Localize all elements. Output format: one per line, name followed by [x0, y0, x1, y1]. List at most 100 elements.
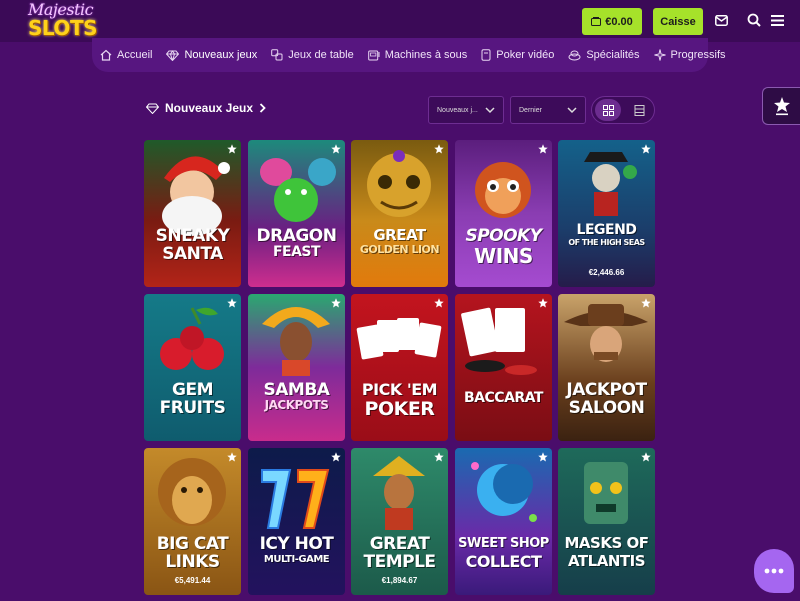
game-subtitle: WINS [474, 244, 533, 268]
favorite-star-icon[interactable] [331, 298, 341, 308]
chevron-down-icon [567, 107, 577, 114]
menu-icon[interactable] [769, 12, 785, 28]
favorite-star-icon[interactable] [641, 452, 651, 462]
search-icon[interactable] [746, 12, 762, 28]
nav-item-machines-a-sous[interactable]: Machines à sous [367, 49, 468, 61]
chat-bubble-icon [764, 568, 784, 574]
game-title: SPOOKY [465, 226, 542, 246]
game-title: LEGEND [576, 222, 637, 238]
game-tile[interactable]: GREAT TEMPLE €1,894.67 [351, 448, 448, 595]
nav-item-accueil[interactable]: Accueil [100, 49, 152, 61]
section-title-text: Nouveaux Jeux [165, 101, 254, 115]
game-subtitle: SANTA [162, 244, 223, 264]
game-subtitle: SALOON [568, 398, 645, 418]
wallet-icon [591, 17, 602, 26]
category-nav: Accueil Nouveaux jeux Jeux de table Mach… [92, 38, 726, 72]
game-tile[interactable]: GEM FRUITS [144, 294, 241, 441]
brand-logo[interactable]: Majestic SLOTS [28, 2, 98, 42]
game-subtitle: OF THE HIGH SEAS [568, 238, 645, 247]
game-subtitle: GOLDEN LION [359, 243, 440, 256]
list-icon [634, 104, 644, 116]
game-title: BIG CAT [156, 534, 229, 554]
game-subtitle: POKER [364, 398, 435, 420]
game-subtitle: TEMPLE [363, 552, 436, 572]
nav-label: Accueil [117, 49, 153, 61]
balance-amount: €0.00 [605, 15, 633, 28]
favorite-star-icon[interactable] [331, 452, 341, 462]
nav-label: Spécialités [586, 49, 640, 61]
game-art [260, 158, 336, 222]
game-art [471, 462, 537, 522]
nav-label: Machines à sous [384, 49, 468, 61]
nav-item-jeux-de-table[interactable]: Jeux de table [271, 49, 354, 61]
game-tile[interactable]: BACCARAT [455, 294, 552, 441]
jackpot-amount: €2,446.66 [588, 268, 625, 277]
favorite-star-icon[interactable] [434, 452, 444, 462]
favorite-star-icon[interactable] [641, 144, 651, 154]
game-tile[interactable]: JACKPOT SALOON [558, 294, 655, 441]
jackpot-amount: €1,894.67 [381, 576, 418, 585]
game-tile[interactable]: ICY HOT MULTI-GAME [248, 448, 345, 595]
game-tile[interactable]: PICK 'EM POKER [351, 294, 448, 441]
home-icon [100, 49, 112, 61]
sort-select-value: Dernier [519, 106, 542, 114]
game-title: MASKS OF [564, 534, 650, 552]
brand-line2: SLOTS [28, 16, 97, 40]
nav-label: Jeux de table [288, 49, 354, 61]
category-select[interactable]: Nouveaux j... [428, 96, 504, 124]
game-title: DRAGON [256, 226, 338, 246]
favorite-star-icon[interactable] [641, 298, 651, 308]
game-tile[interactable]: LEGEND OF THE HIGH SEAS €2,446.66 [558, 140, 655, 287]
game-title: JACKPOT [566, 380, 647, 400]
game-art [160, 307, 224, 370]
phone-card-icon [481, 49, 491, 61]
coins-icon [568, 50, 581, 61]
game-tile[interactable]: SNEAKY SANTA [144, 140, 241, 287]
favorite-star-icon[interactable] [331, 144, 341, 154]
favorite-star-icon[interactable] [538, 298, 548, 308]
favorite-star-icon[interactable] [434, 144, 444, 154]
balance-button[interactable]: €0.00 [582, 8, 642, 35]
game-tile[interactable]: DRAGON FEAST [248, 140, 345, 287]
game-subtitle: FRUITS [159, 398, 226, 418]
game-tile[interactable]: SWEET SHOP COLLECT [455, 448, 552, 595]
category-select-value: Nouveaux j... [437, 106, 478, 114]
game-tile[interactable]: SAMBA JACKPOTS [248, 294, 345, 441]
nav-label: Progressifs [670, 49, 726, 61]
nav-label: Poker vidéo [496, 49, 555, 61]
nav-item-specialites[interactable]: Spécialités [568, 49, 640, 61]
game-title: SAMBA [263, 380, 330, 400]
game-subtitle: COLLECT [465, 552, 542, 571]
favorite-star-icon[interactable] [227, 452, 237, 462]
game-art [461, 307, 537, 375]
sort-select[interactable]: Dernier [510, 96, 586, 124]
nav-item-nouveaux-jeux[interactable]: Nouveaux jeux [166, 49, 257, 61]
game-tile[interactable]: MASKS OF ATLANTIS [558, 448, 655, 595]
favorite-star-icon[interactable] [227, 298, 237, 308]
cashier-button[interactable]: Caisse [653, 8, 703, 35]
nav-item-progressifs[interactable]: Progressifs [653, 49, 726, 61]
favorite-star-icon[interactable] [538, 144, 548, 154]
favorite-star-icon[interactable] [538, 452, 548, 462]
game-art [584, 152, 637, 216]
game-tile[interactable]: BIG CAT LINKS €5,491.44 [144, 448, 241, 595]
diamond-icon [146, 103, 159, 114]
section-title[interactable]: Nouveaux Jeux [146, 101, 266, 115]
grid-icon [602, 104, 614, 116]
favorite-star-icon[interactable] [434, 298, 444, 308]
favorites-side-tab[interactable] [762, 87, 800, 125]
list-view-button[interactable] [626, 99, 652, 121]
nav-label: Nouveaux jeux [184, 49, 258, 61]
chevron-right-icon [259, 103, 266, 113]
chevron-down-icon [485, 107, 495, 114]
game-subtitle: FEAST [272, 244, 321, 260]
game-tile[interactable]: SPOOKY WINS [455, 140, 552, 287]
favorite-star-icon[interactable] [227, 144, 237, 154]
nav-item-poker-video[interactable]: Poker vidéo [481, 49, 554, 61]
chat-button[interactable] [754, 549, 794, 593]
grid-view-button[interactable] [595, 99, 621, 121]
game-tile[interactable]: GREAT GOLDEN LION [351, 140, 448, 287]
game-title: GEM [172, 380, 213, 400]
game-subtitle: JACKPOTS [264, 398, 329, 412]
mail-icon[interactable] [713, 12, 729, 28]
